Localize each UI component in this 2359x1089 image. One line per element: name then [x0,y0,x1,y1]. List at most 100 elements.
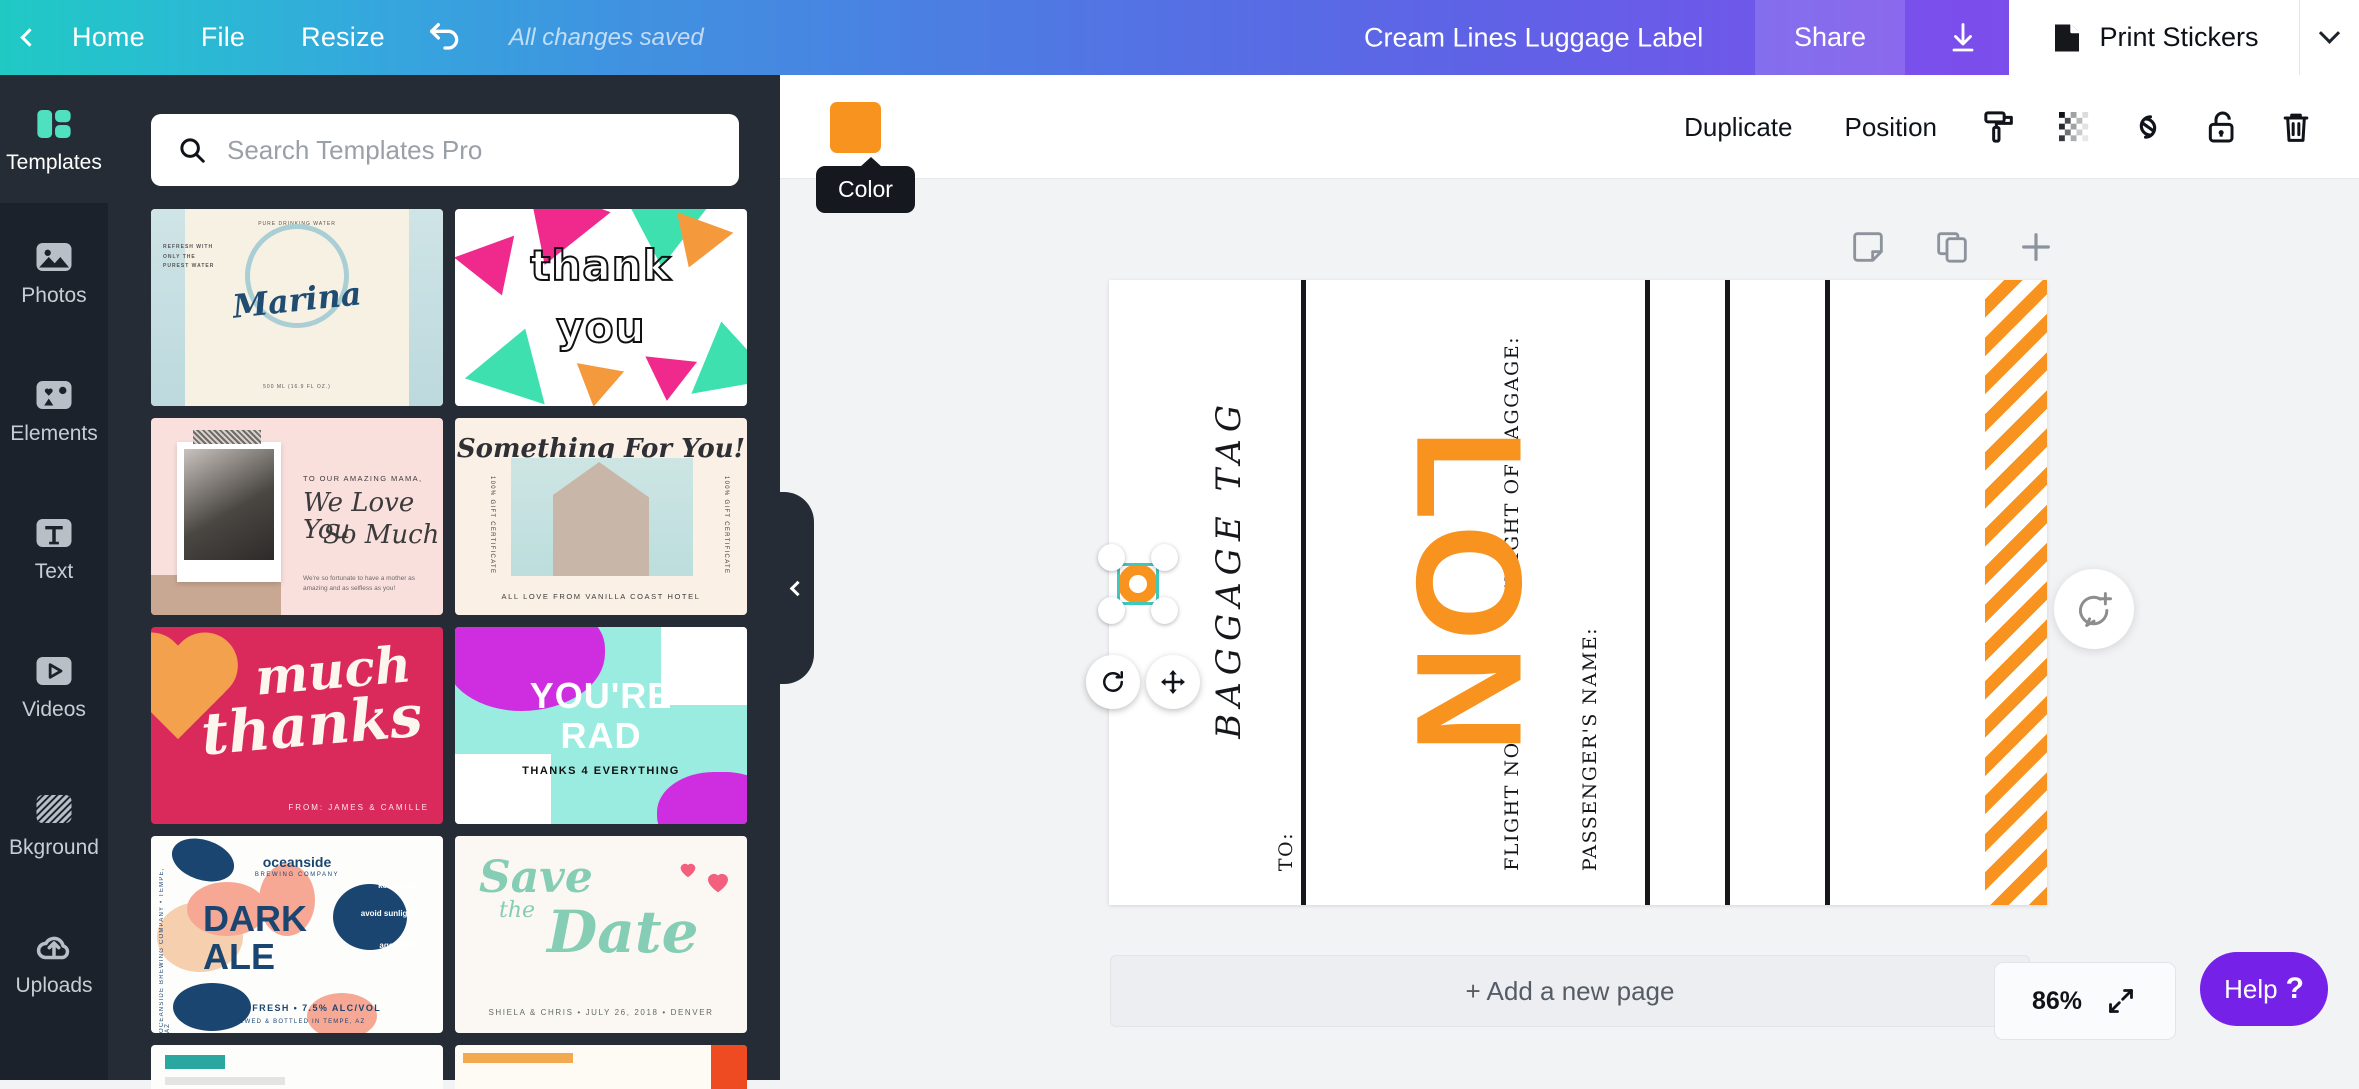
sidebar-item-text[interactable]: Text [0,479,108,617]
undo-icon [429,22,459,50]
photo-frame [177,442,281,582]
print-stickers-button[interactable]: Print Stickers [2009,0,2299,75]
template-script: the [499,898,536,923]
template-card[interactable]: PURE DRINKING WATER REFRESH WITH ONLY TH… [151,209,443,406]
sidebar-item-label: Uploads [15,974,93,997]
rotate-handle[interactable] [1086,655,1140,709]
template-card[interactable]: Save the Date SHIELA & CHRIS • JULY 26, … [455,836,747,1033]
resize-handle[interactable] [1151,544,1178,571]
position-button[interactable]: Position [1819,112,1964,143]
share-button[interactable]: Share [1755,0,1905,75]
template-card[interactable]: Something For You! 100% GIFT CERTIFICATE… [455,418,747,615]
add-new-page-button[interactable]: + Add a new page [1110,955,2030,1027]
template-card[interactable]: much thanks FROM: JAMES & CAMILLE [151,627,443,824]
selection-edge [1120,563,1156,566]
design-text-destination[interactable]: LON [1385,428,1553,757]
templates-icon [37,110,71,138]
template-body: PURE DRINKING WATER REFRESH WITH ONLY TH… [163,209,409,406]
menu-resize[interactable]: Resize [273,0,413,75]
template-word: thank [529,240,672,291]
template-card[interactable]: TO OUR AMAZING MAMA, We Love You So Much… [151,418,443,615]
sidebar-item-background[interactable]: Bkground [0,755,108,893]
selection-edge [1117,566,1120,602]
elements-icon [36,381,72,409]
resize-handle[interactable] [1098,597,1125,624]
sidebar-item-photos[interactable]: Photos [0,203,108,341]
move-icon [1161,670,1185,694]
menu-home[interactable]: Home [44,0,173,75]
animate-link-button[interactable] [2111,75,2185,179]
design-canvas-page[interactable]: BAGGAGE TAG TO: WEIGHT OF BAGGAGE: FLIGH… [1109,280,2047,905]
template-caption: 500 ML (16.9 FL OZ.) [263,384,331,390]
download-button[interactable] [1927,0,1999,75]
templates-grid: PURE DRINKING WATER REFRESH WITH ONLY TH… [151,209,747,1089]
template-photo [184,449,274,560]
selection-box[interactable] [1098,544,1178,624]
trash-icon [2283,113,2309,142]
expand-icon[interactable] [2104,984,2138,1018]
template-script: So Much [323,520,440,550]
divider-line [1301,280,1306,905]
template-caption: ALL LOVE FROM VANILLA COAST HOTEL [501,592,701,601]
template-card[interactable]: thank you [455,209,747,406]
template-caption: BREWED & BOTTLED IN TEMPE, AZ [228,1019,366,1025]
unlock-button[interactable] [2185,75,2259,179]
zoom-level[interactable]: 86% [2032,987,2082,1016]
videos-icon [36,657,72,685]
divider-line [1645,280,1650,905]
template-card[interactable]: OCEANSIDE BREWING COMPANY • TEMPE, AZ oc… [151,836,443,1033]
paint-roller-button[interactable] [1963,75,2037,179]
template-script: Date [547,898,699,966]
delete-button[interactable] [2259,75,2333,179]
add-comment-icon [2078,592,2112,627]
decoration [657,772,747,824]
design-title[interactable]: Cream Lines Luggage Label [1364,22,1703,53]
template-caption: keep cold [378,881,415,890]
add-comment-button[interactable] [2054,569,2134,649]
template-brand: oceanside [262,854,332,870]
resize-handle[interactable] [1098,544,1125,571]
decoration [307,993,377,1033]
move-handle[interactable] [1146,655,1200,709]
color-swatch-button[interactable] [830,102,881,153]
template-card[interactable] [151,1045,443,1089]
back-button[interactable] [14,18,44,58]
template-photo [511,458,693,576]
template-card[interactable]: YOU'RE RAD THANKS 4 EVERYTHING [455,627,747,824]
decoration [409,209,443,406]
selection-edge [1120,602,1156,605]
unlock-icon [2208,111,2234,143]
template-caption: BREWING COMPANY [254,872,340,878]
sticker-page-icon [2055,24,2080,51]
notes-icon[interactable] [1848,227,1888,267]
rotate-icon [1103,670,1123,692]
uploads-icon [36,936,70,960]
print-options-dropdown[interactable] [2299,0,2359,75]
duplicate-page-icon[interactable] [1932,227,1972,267]
sidebar-item-elements[interactable]: Elements [0,341,108,479]
menu-file[interactable]: File [173,0,273,75]
divider-line [1825,280,1830,905]
undo-button[interactable] [413,0,477,75]
template-caption: ages well [379,941,415,950]
resize-handle[interactable] [1151,597,1178,624]
sidebar-item-videos[interactable]: Videos [0,617,108,755]
help-question-icon: ? [2285,972,2304,1005]
duplicate-button[interactable]: Duplicate [1658,112,1818,143]
transparency-button[interactable] [2037,75,2111,179]
design-text-passenger-name[interactable]: PASSENGER'S NAME: [1579,627,1601,871]
help-button[interactable]: Help ? [2200,952,2328,1026]
left-rail: Photos Elements Text Videos Bkground Upl… [0,75,108,1080]
template-card[interactable] [455,1045,747,1089]
design-text-baggage-tag[interactable]: BAGGAGE TAG [1209,398,1249,739]
search-input[interactable]: Search Templates Pro [151,114,739,186]
decoration [553,462,649,576]
sidebar-item-uploads[interactable]: Uploads [0,893,108,1031]
sidebar-item-label: Templates [6,151,102,174]
sidebar-item-templates[interactable]: Templates [0,75,108,203]
templates-panel: Search Templates Pro PURE DRINKING WATER… [108,75,780,1089]
design-text-to[interactable]: TO: [1275,832,1297,871]
add-page-icon[interactable] [2016,227,2056,267]
collapse-panel-button[interactable] [780,492,814,684]
decoration [151,209,185,406]
